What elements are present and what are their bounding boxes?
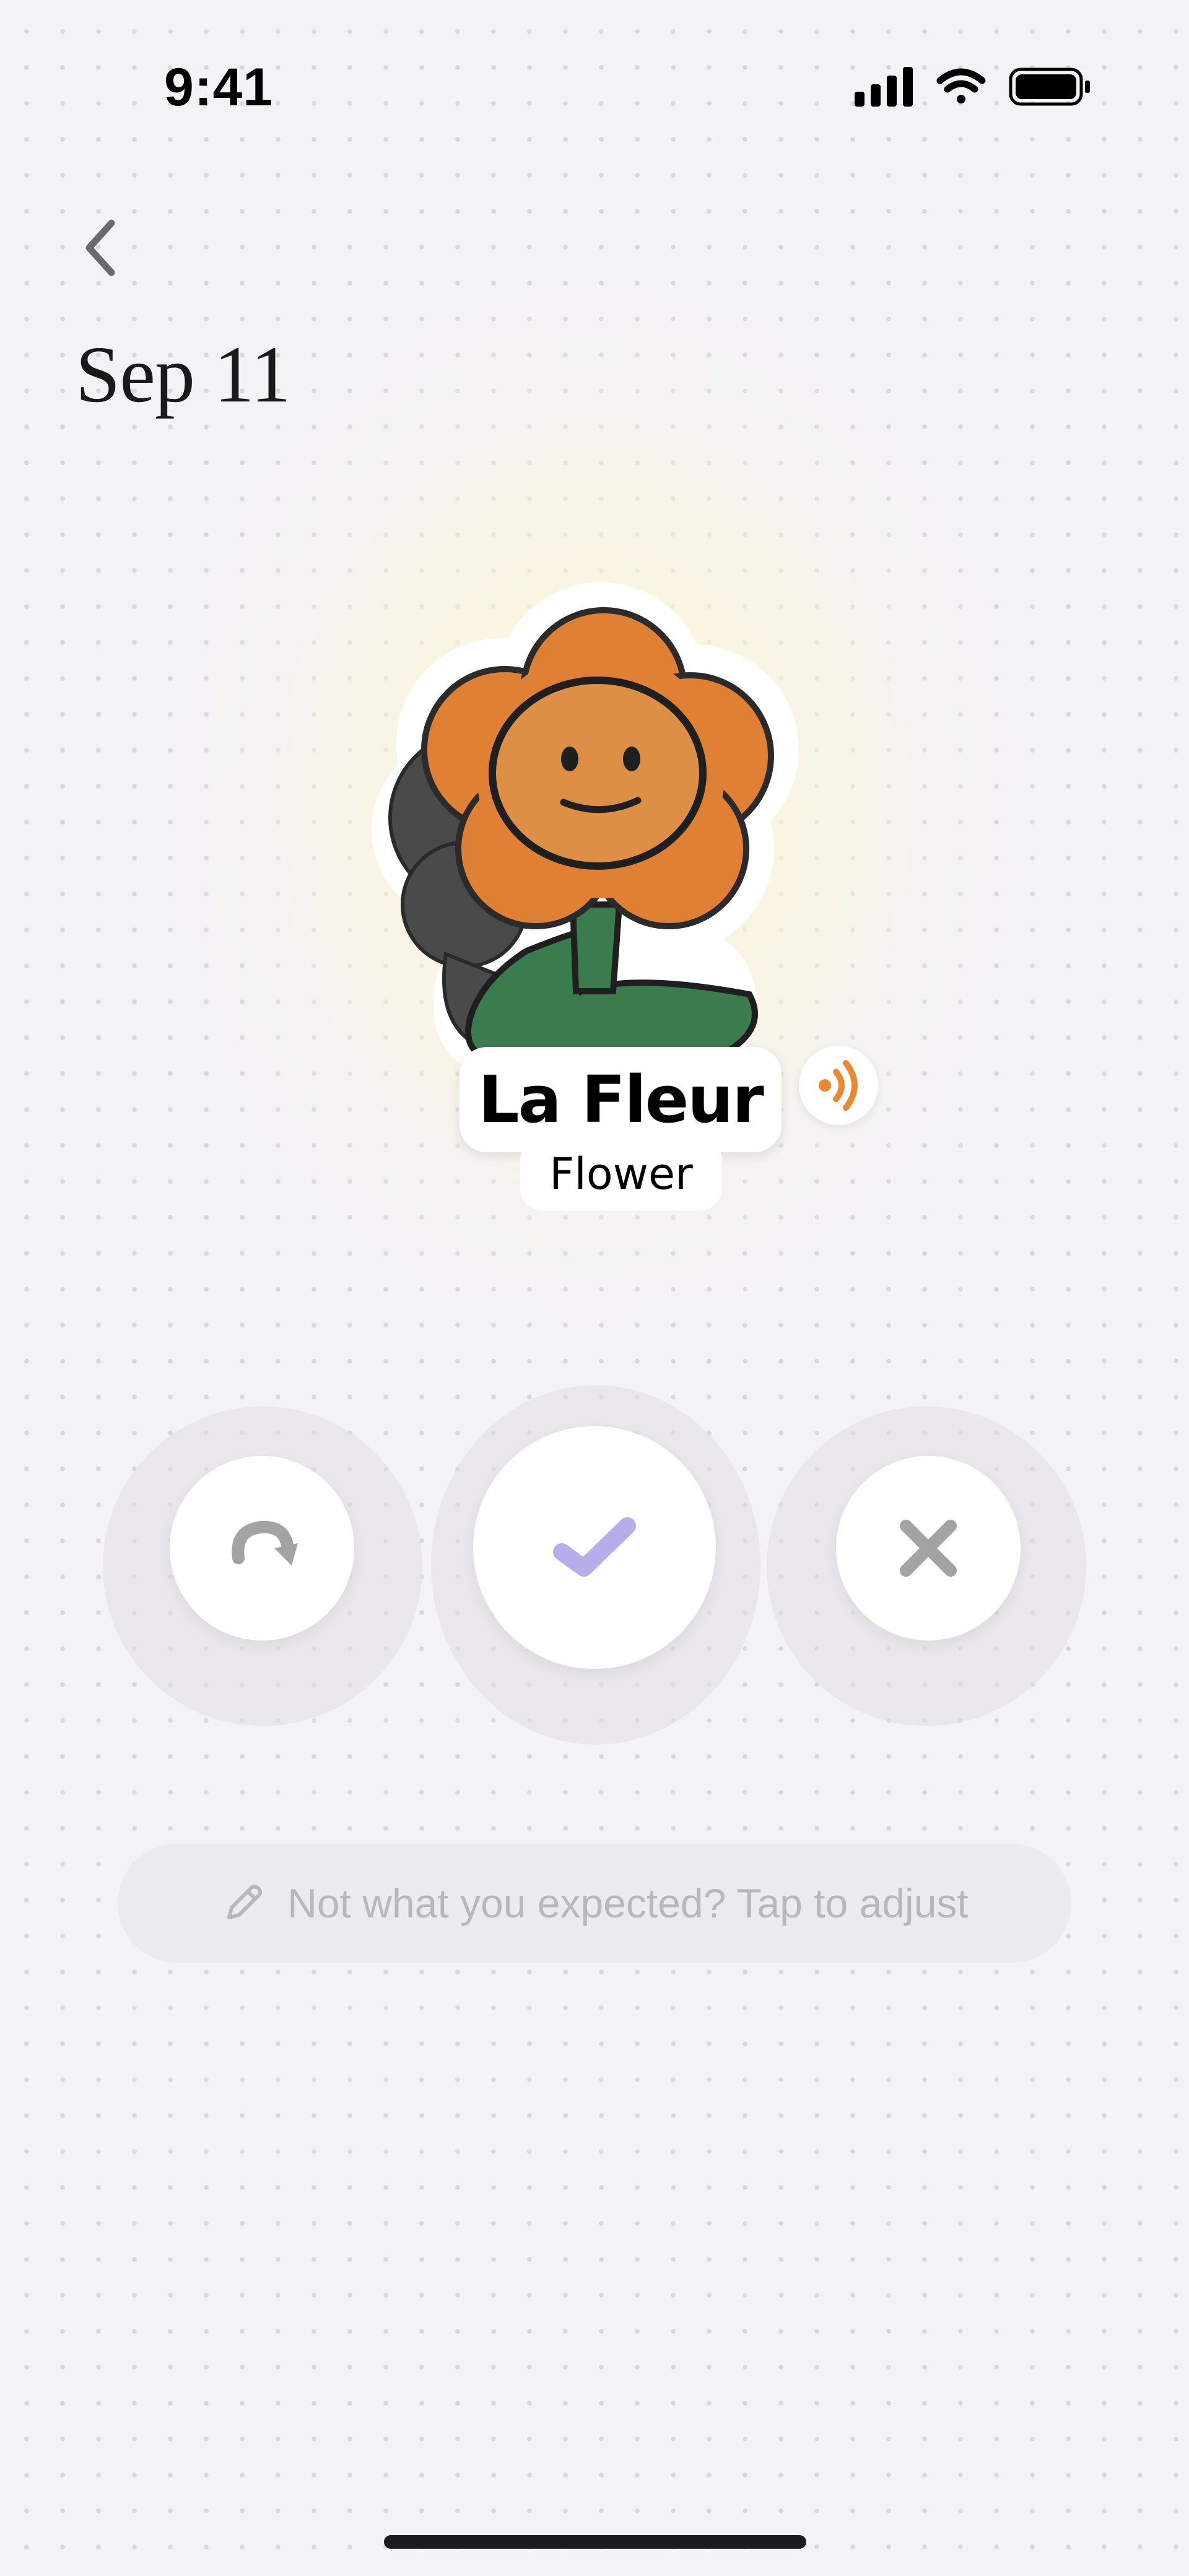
- cellular-signal-icon: [855, 67, 913, 107]
- retry-button[interactable]: [170, 1456, 354, 1641]
- status-icons: [855, 67, 1090, 107]
- back-button[interactable]: [73, 211, 133, 285]
- play-audio-button[interactable]: [799, 1046, 878, 1125]
- status-bar: 9:41: [0, 0, 1189, 180]
- confirm-button[interactable]: [473, 1426, 716, 1669]
- adjust-button[interactable]: Not what you expected? Tap to adjust: [118, 1844, 1071, 1963]
- home-indicator[interactable]: [384, 2535, 806, 2549]
- word-label: La Fleur: [459, 1047, 782, 1152]
- translation-label: Flower: [520, 1137, 722, 1211]
- dismiss-button[interactable]: [836, 1456, 1021, 1641]
- translation-text: Flower: [549, 1149, 693, 1199]
- battery-full-icon: [1009, 68, 1090, 106]
- status-time: 9:41: [164, 58, 274, 117]
- close-x-icon: [900, 1520, 957, 1577]
- speaker-sound-icon: [819, 1060, 858, 1111]
- adjust-label: Not what you expected? Tap to adjust: [287, 1880, 969, 1926]
- chevron-left-icon: [85, 219, 115, 276]
- wifi-icon: [936, 68, 986, 103]
- checkmark-icon: [553, 1517, 636, 1577]
- word-text: La Fleur: [478, 1062, 764, 1137]
- flower-face: [489, 677, 707, 870]
- page-title: Sep 11: [76, 330, 291, 419]
- redo-arrow-icon: [232, 1520, 298, 1566]
- pencil-icon: [227, 1885, 263, 1919]
